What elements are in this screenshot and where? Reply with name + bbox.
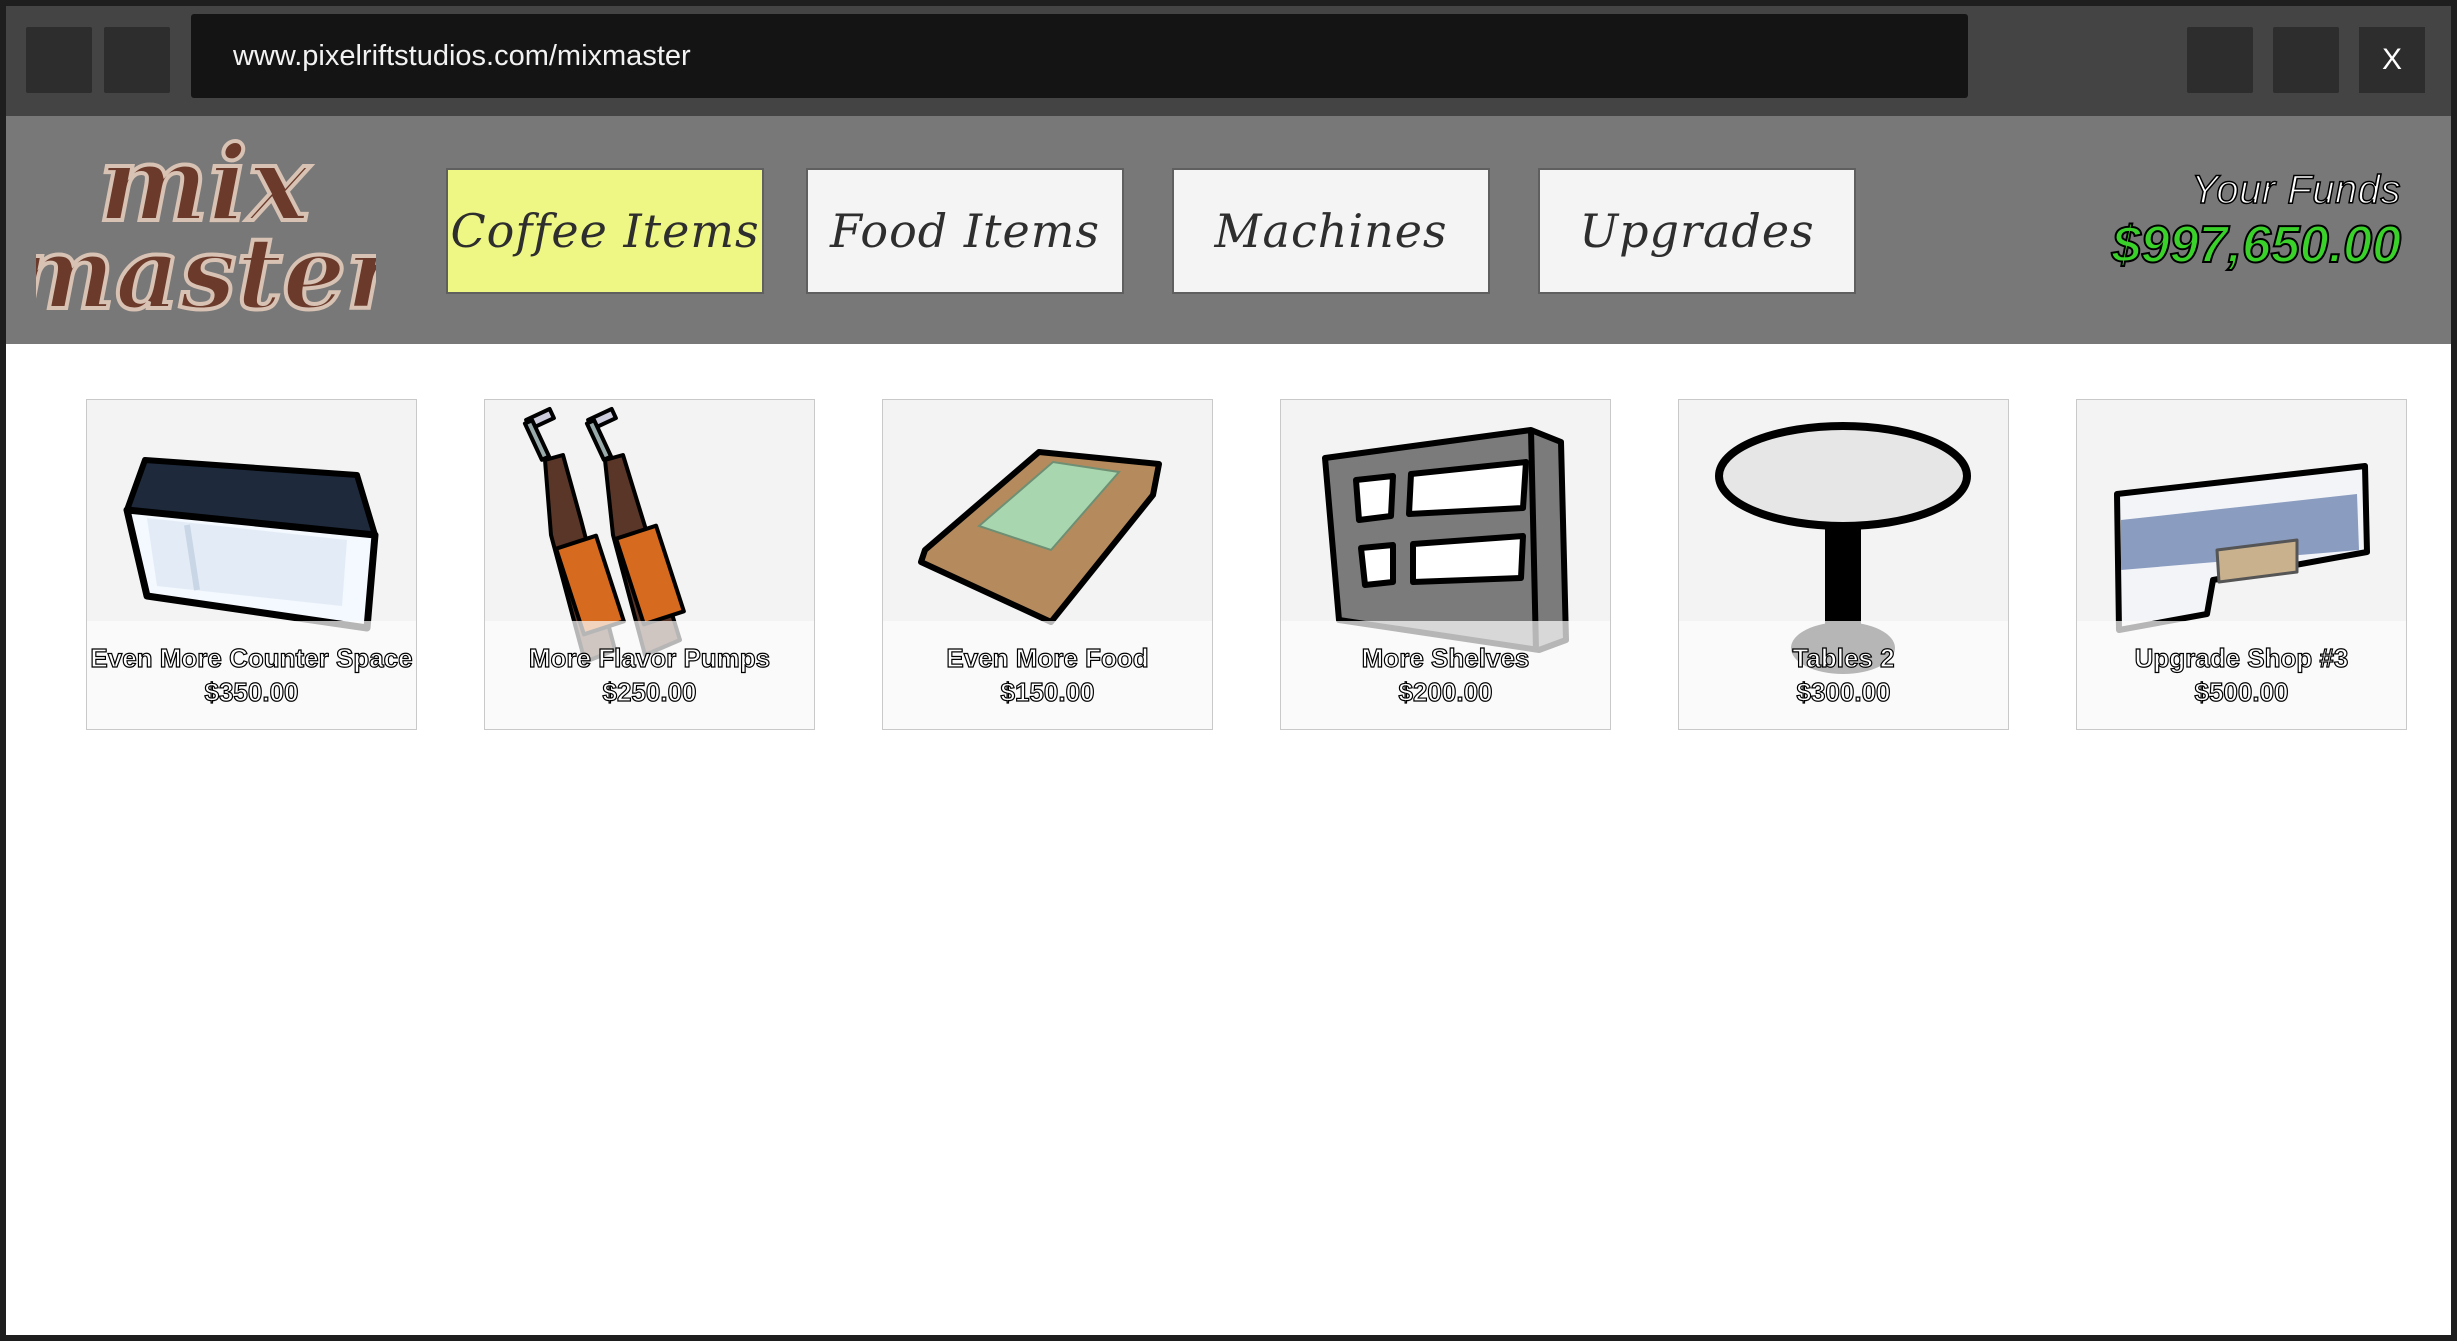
funds-panel: Your Funds $997,650.00: [2111, 167, 2402, 275]
toolbar-button-2[interactable]: [2273, 27, 2339, 93]
item-price: $500.00: [2194, 676, 2289, 707]
back-button[interactable]: [26, 27, 92, 93]
item-name: Even More Food: [946, 642, 1149, 673]
shop-item-card[interactable]: Even More Counter Space $350.00: [86, 399, 417, 730]
item-name: More Shelves: [1361, 642, 1530, 673]
tab-coffee-items[interactable]: Coffee Items: [446, 168, 764, 294]
close-button[interactable]: X: [2359, 27, 2425, 93]
card-caption: Even More Food $150.00: [883, 621, 1212, 729]
item-name: More Flavor Pumps: [528, 642, 771, 673]
game-window: www.pixelriftstudios.com/mixmaster X mix…: [6, 6, 2451, 1335]
tab-upgrades[interactable]: Upgrades: [1538, 168, 1856, 294]
logo-line-2: master: [36, 214, 376, 330]
funds-value: $997,650.00: [2111, 215, 2402, 275]
shop-item-card[interactable]: Tables 2 $300.00: [1678, 399, 2009, 730]
shop-item-card[interactable]: More Shelves $200.00: [1280, 399, 1611, 730]
item-name: Tables 2: [1792, 642, 1895, 673]
item-price: $350.00: [204, 676, 299, 707]
forward-button[interactable]: [104, 27, 170, 93]
shop-item-card[interactable]: More Flavor Pumps $250.00: [484, 399, 815, 730]
card-caption: More Flavor Pumps $250.00: [485, 621, 814, 729]
item-price: $200.00: [1398, 676, 1493, 707]
item-price: $300.00: [1796, 676, 1891, 707]
game-header: mix master Coffee Items Food Items Machi…: [6, 116, 2451, 344]
card-caption: Even More Counter Space $350.00: [87, 621, 416, 729]
url-field[interactable]: www.pixelriftstudios.com/mixmaster: [191, 14, 1968, 98]
item-name: Even More Counter Space: [90, 642, 413, 673]
shop-item-card[interactable]: Upgrade Shop #3 $500.00: [2076, 399, 2407, 730]
card-caption: Tables 2 $300.00: [1679, 621, 2008, 729]
card-caption: More Shelves $200.00: [1281, 621, 1610, 729]
tab-machines[interactable]: Machines: [1172, 168, 1490, 294]
item-price: $150.00: [1000, 676, 1095, 707]
card-caption: Upgrade Shop #3 $500.00: [2077, 621, 2406, 729]
browser-bar: www.pixelriftstudios.com/mixmaster X: [6, 6, 2451, 116]
funds-label: Your Funds: [2191, 167, 2402, 213]
mixmaster-logo: mix master: [36, 130, 376, 330]
tab-food-items[interactable]: Food Items: [806, 168, 1124, 294]
shop-item-card[interactable]: Even More Food $150.00: [882, 399, 1213, 730]
item-price: $250.00: [602, 676, 697, 707]
toolbar-button-1[interactable]: [2187, 27, 2253, 93]
item-name: Upgrade Shop #3: [2134, 642, 2349, 673]
